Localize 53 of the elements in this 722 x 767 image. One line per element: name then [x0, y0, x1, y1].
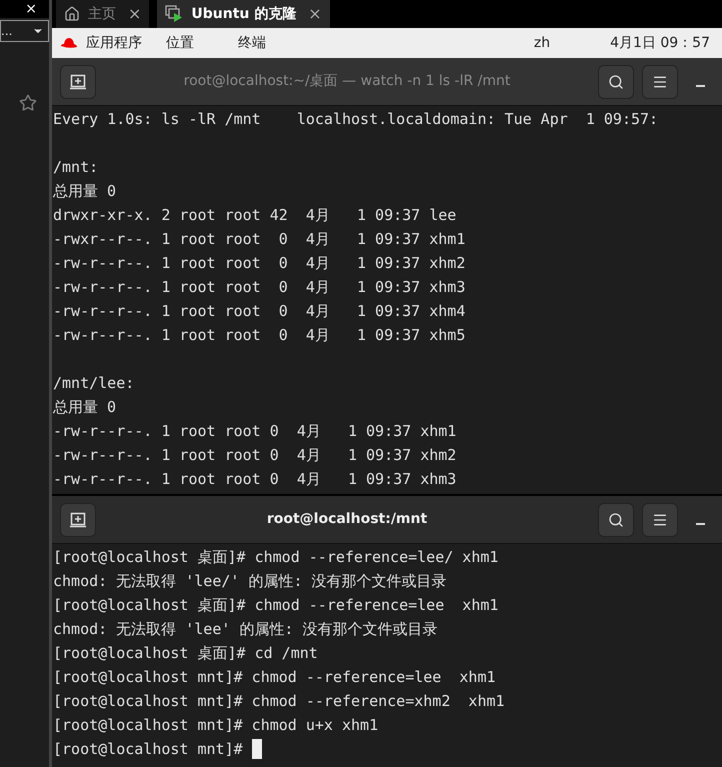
terminal-line: 总用量 0: [53, 181, 116, 202]
menu-button[interactable]: [642, 64, 678, 98]
star-icon[interactable]: [19, 94, 37, 112]
home-icon: [64, 6, 80, 22]
search-icon: [608, 74, 624, 90]
terminal-line: -rw-r--r--. 1 root root 0 4月 1 09:37 xhm4: [53, 301, 466, 322]
menu-icon: [652, 74, 668, 90]
tab-close-button[interactable]: ×: [308, 2, 322, 26]
minimize-icon: [696, 84, 704, 86]
new-tab-button[interactable]: [60, 64, 96, 98]
terminal-line: 总用量 0: [53, 397, 116, 418]
search-icon: [608, 512, 624, 528]
new-tab-icon: [70, 74, 86, 90]
terminal-line: -rw-r--r--. 1 root root 0 4月 1 09:37 xhm5: [53, 325, 466, 346]
new-tab-button[interactable]: [60, 502, 96, 536]
terminal-line: drwxr-xr-x. 2 root root 42 4月 1 09:37 lee: [53, 205, 456, 226]
terminal-line: -rw-r--r--. 1 root root 0 4月 1 09:37 xhm3: [53, 469, 456, 490]
browser-tab[interactable]: Ubuntu 的克隆 ×: [157, 0, 330, 28]
terminal-line: [root@localhost 桌面]# chmod --reference=lee/ xhm1: [53, 547, 498, 568]
terminal-line: /mnt:: [53, 157, 98, 178]
terminal-line: chmod: 无法取得 'lee/' 的属性: 没有那个文件或目录: [53, 571, 447, 592]
browser-tab[interactable]: 主页 ×: [56, 0, 150, 28]
terminal-line: -rw-r--r--. 1 root root 0 4月 1 09:37 xhm3: [53, 277, 466, 298]
terminal-line: [root@localhost mnt]# chmod u+x xhm1: [53, 715, 378, 736]
terminal-line: -rw-r--r--. 1 root root 0 4月 1 09:37 xhm2: [53, 445, 456, 466]
terminal-line: -rw-r--r--. 1 root root 0 4月 1 09:37 xhm1: [53, 421, 456, 442]
minimize-icon: [696, 522, 704, 524]
terminal-line: [root@localhost mnt]#: [53, 739, 244, 760]
terminal-line: [root@localhost mnt]# chmod --reference=lee xhm1: [53, 667, 496, 688]
terminal-line: [root@localhost 桌面]# cd /mnt: [53, 643, 318, 664]
terminal-line: [root@localhost mnt]# chmod --reference=xhm2 xhm1: [53, 691, 505, 712]
top-menu[interactable]: 位置: [166, 32, 194, 54]
clock[interactable]: 4月1日 09：57: [610, 32, 710, 54]
tab-close-button[interactable]: ×: [128, 2, 142, 26]
hat-icon: [60, 37, 78, 49]
search-button[interactable]: [598, 502, 634, 536]
dropdown[interactable]: ...: [0, 20, 49, 42]
top-menu[interactable]: 应用程序: [86, 32, 142, 54]
terminal-line: chmod: 无法取得 'lee' 的属性: 没有那个文件或目录: [53, 619, 438, 640]
vm-play-icon: [165, 5, 184, 23]
terminal-line: -rw-r--r--. 1 root root 0 4月 1 09:37 xhm2: [53, 253, 466, 274]
terminal-line: -rwxr--r--. 1 root root 0 4月 1 09:37 xhm1: [53, 229, 466, 250]
search-button[interactable]: [598, 64, 634, 98]
terminal-line: /mnt/lee:: [53, 373, 134, 394]
input-method[interactable]: zh: [534, 32, 550, 54]
menu-button[interactable]: [642, 502, 678, 536]
new-tab-icon: [70, 512, 86, 528]
terminal-title: root@localhost:~/桌面 — watch -n 1 ls -lR /mnt: [182, 72, 512, 91]
menu-icon: [652, 512, 668, 528]
top-menu[interactable]: 终端: [238, 32, 266, 54]
terminal-line: Every 1.0s: ls -lR /mnt localhost.localdomain: Tue Apr 1 09:57:: [53, 109, 658, 130]
terminal-title: root@localhost:/mnt: [266, 510, 428, 529]
terminal-line: [root@localhost 桌面]# chmod --reference=lee xhm1: [53, 595, 498, 616]
